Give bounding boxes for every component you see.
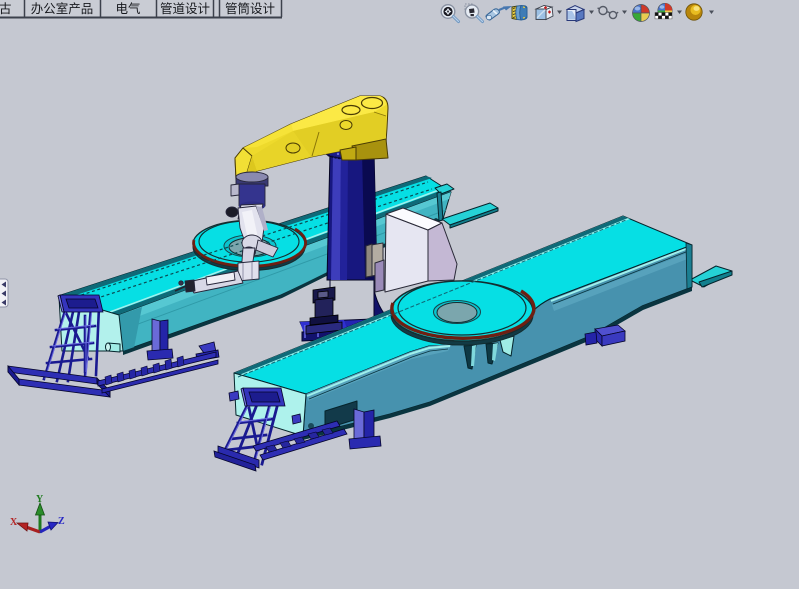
svg-text:管道设计: 管道设计 (160, 1, 210, 16)
svg-text:办公室产品: 办公室产品 (31, 1, 94, 16)
svg-text:X: X (10, 517, 18, 528)
svg-text:电气: 电气 (115, 1, 141, 16)
svg-text:古: 古 (0, 1, 12, 16)
svg-text:Y: Y (36, 494, 44, 505)
svg-text:Z: Z (58, 516, 65, 527)
svg-text:管筒设计: 管筒设计 (225, 1, 275, 16)
